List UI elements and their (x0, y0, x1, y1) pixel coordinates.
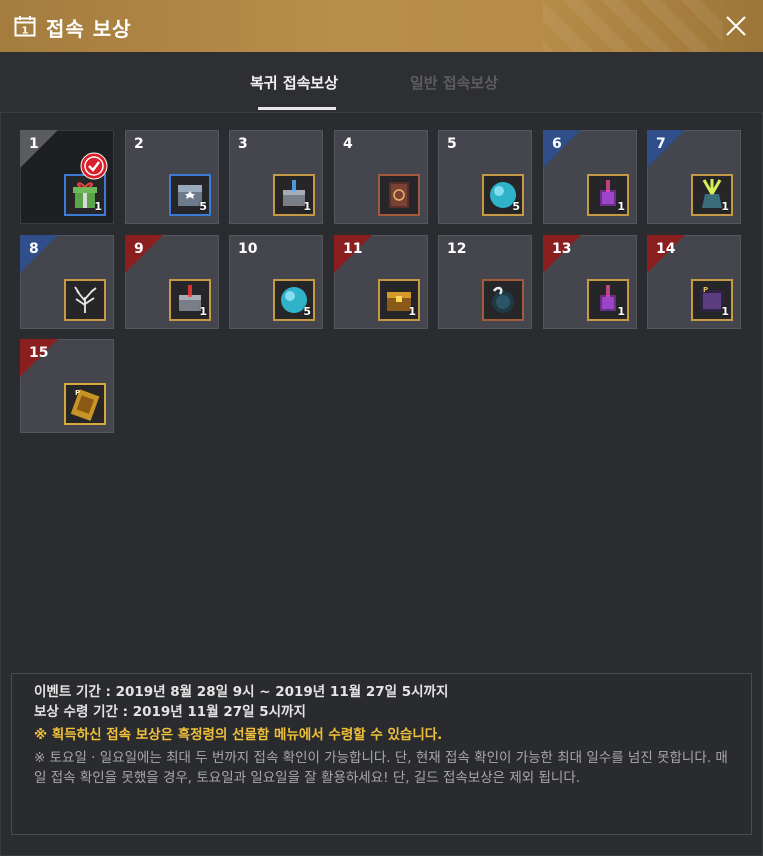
item-quantity: 1 (721, 200, 729, 213)
close-icon[interactable] (723, 13, 749, 39)
day-number: 3 (238, 136, 248, 152)
day-number: 13 (552, 241, 572, 257)
reward-slot-day-1[interactable]: 11 (20, 130, 114, 224)
day-number: 8 (29, 241, 39, 257)
tab-returning-reward[interactable]: 복귀 접속보상 (250, 72, 338, 93)
title-bar: 1 접속 보상 (0, 0, 763, 52)
reward-item[interactable]: 1 (64, 174, 106, 216)
reward-item[interactable] (64, 279, 106, 321)
item-quantity: 5 (199, 200, 207, 213)
tab-bar: 복귀 접속보상 일반 접속보상 (0, 52, 763, 113)
reward-item[interactable]: 5 (169, 174, 211, 216)
reward-slot-day-13[interactable]: 13 1 (543, 235, 637, 329)
day-number: 7 (656, 136, 666, 152)
claimed-check-icon (80, 152, 108, 180)
reward-item[interactable]: P (64, 383, 106, 425)
reward-slot-day-8[interactable]: 8 (20, 235, 114, 329)
calendar-icon-label: 1 (22, 26, 29, 37)
reward-slot-day-2[interactable]: 25 (125, 130, 219, 224)
day-ribbon (125, 235, 163, 273)
reward-item[interactable] (378, 174, 420, 216)
day-number: 11 (343, 241, 363, 257)
svg-text:P: P (703, 286, 708, 294)
reward-item[interactable]: P1 (691, 279, 733, 321)
day-number: 10 (238, 241, 258, 257)
reward-item[interactable]: 1 (587, 279, 629, 321)
p-ticket-icon: P (70, 389, 100, 421)
reward-slot-day-5[interactable]: 55 (438, 130, 532, 224)
reward-item[interactable] (482, 279, 524, 321)
day-number: 12 (447, 241, 467, 257)
reward-slot-day-3[interactable]: 31 (229, 130, 323, 224)
claim-location-notice: ※ 획득하신 접속 보상은 흑정령의 선물함 메뉴에서 수령할 수 있습니다. (34, 727, 443, 743)
reward-item[interactable]: 1 (169, 279, 211, 321)
item-quantity: 1 (408, 305, 416, 318)
active-tab-indicator (258, 107, 336, 110)
day-number: 1 (29, 136, 39, 152)
day-ribbon (543, 130, 581, 168)
event-period-text: 이벤트 기간 : 2019년 8월 28일 9시 ~ 2019년 11월 27일… (34, 684, 449, 700)
reward-item[interactable]: 5 (482, 174, 524, 216)
title-bar-decoration (543, 0, 723, 52)
reward-slot-day-11[interactable]: 11 1 (334, 235, 428, 329)
reward-window: 1 접속 보상 복귀 접속보상 일반 접속보상 1125314556171891… (0, 0, 763, 856)
day-number: 2 (134, 136, 144, 152)
svg-text:P: P (75, 389, 80, 397)
calendar-icon: 1 (14, 16, 36, 37)
reward-slot-day-12[interactable]: 12 (438, 235, 532, 329)
dark-orb-icon (492, 286, 514, 313)
reward-slot-day-14[interactable]: 14 P 1 (647, 235, 741, 329)
notice-panel: 이벤트 기간 : 2019년 8월 28일 9시 ~ 2019년 11월 27일… (11, 673, 752, 835)
reward-slot-day-4[interactable]: 4 (334, 130, 428, 224)
day-number: 5 (447, 136, 457, 152)
day-number: 6 (552, 136, 562, 152)
reward-item[interactable]: 5 (273, 279, 315, 321)
item-quantity: 1 (617, 305, 625, 318)
item-quantity: 1 (721, 305, 729, 318)
day-number: 15 (29, 345, 49, 361)
reward-slot-day-15[interactable]: 15 P (20, 339, 114, 433)
day-ribbon (20, 130, 58, 168)
day-number: 4 (343, 136, 353, 152)
reward-item[interactable]: 1 (273, 174, 315, 216)
reward-item[interactable]: 1 (691, 174, 733, 216)
spellbook-icon (389, 182, 409, 208)
reward-slot-day-6[interactable]: 61 (543, 130, 637, 224)
day-number: 9 (134, 241, 144, 257)
window-title: 접속 보상 (46, 17, 132, 41)
tab-general-reward[interactable]: 일반 접속보상 (410, 72, 498, 93)
item-quantity: 5 (512, 200, 520, 213)
reward-slot-day-10[interactable]: 10 5 (229, 235, 323, 329)
item-quantity: 1 (94, 200, 102, 213)
reward-slot-day-7[interactable]: 71 (647, 130, 741, 224)
weekend-rule-notice: ※ 토요일 · 일요일에는 최대 두 번까지 접속 확인이 가능합니다. 단, … (34, 750, 728, 786)
item-quantity: 5 (303, 305, 311, 318)
reward-item[interactable]: 1 (587, 174, 629, 216)
item-quantity: 1 (199, 305, 207, 318)
claim-period-text: 보상 수령 기간 : 2019년 11월 27일 5시까지 (34, 704, 306, 720)
day-ribbon (20, 235, 58, 273)
day-number: 14 (656, 241, 676, 257)
reward-slot-day-9[interactable]: 91 (125, 235, 219, 329)
day-ribbon (647, 130, 685, 168)
item-quantity: 1 (303, 200, 311, 213)
reward-item[interactable]: 1 (378, 279, 420, 321)
white-tree-icon (74, 286, 97, 313)
item-quantity: 1 (617, 200, 625, 213)
